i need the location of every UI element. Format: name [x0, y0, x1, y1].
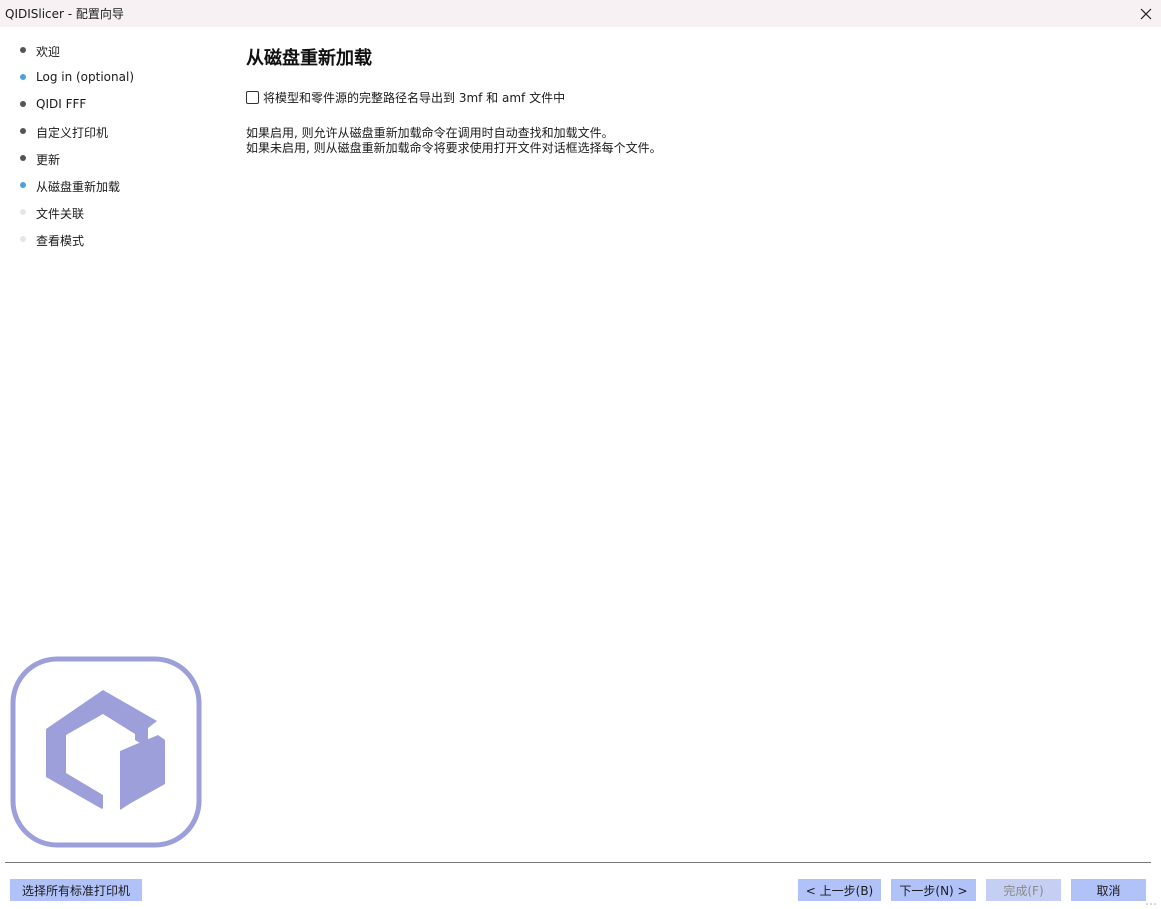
step-bullet-icon — [20, 47, 26, 53]
cancel-button[interactable]: 取消 — [1071, 879, 1146, 901]
step-view-mode[interactable]: 查看模式 — [0, 229, 210, 249]
qidi-logo — [10, 656, 202, 848]
finish-button[interactable]: 完成(F) — [986, 879, 1061, 901]
step-bullet-icon — [20, 155, 26, 161]
step-label: 从磁盘重新加载 — [36, 180, 121, 194]
config-wizard-window: QIDISlicer - 配置向导 欢迎 Log in (optional) Q… — [0, 0, 1161, 909]
step-label: 文件关联 — [36, 207, 85, 221]
step-welcome[interactable]: 欢迎 — [0, 40, 210, 60]
step-file-association[interactable]: 文件关联 — [0, 202, 210, 222]
step-bullet-icon — [20, 128, 26, 134]
select-all-standard-printers-button[interactable]: 选择所有标准打印机 — [10, 879, 142, 901]
page-title: 从磁盘重新加载 — [246, 48, 372, 69]
close-button[interactable] — [1131, 0, 1161, 27]
step-bullet-icon — [20, 209, 26, 215]
step-bullet-icon — [20, 74, 26, 80]
checkbox-label[interactable]: 将模型和零件源的完整路径名导出到 3mf 和 amf 文件中 — [263, 89, 565, 106]
title-bar: QIDISlicer - 配置向导 — [0, 0, 1161, 27]
next-button[interactable]: 下一步(N) > — [891, 879, 976, 901]
checkbox-icon[interactable] — [246, 90, 259, 104]
step-label: 自定义打印机 — [36, 126, 109, 140]
step-reload-from-disk[interactable]: 从磁盘重新加载 — [0, 175, 210, 195]
footer-divider — [5, 862, 1151, 863]
step-label: 欢迎 — [36, 45, 61, 59]
step-label: 更新 — [36, 153, 61, 167]
resize-grip-icon[interactable] — [1145, 901, 1159, 907]
close-icon — [1140, 8, 1152, 19]
back-button[interactable]: < 上一步(B) — [798, 879, 881, 901]
export-full-pathnames-checkbox[interactable]: 将模型和零件源的完整路径名导出到 3mf 和 amf 文件中 — [246, 89, 565, 105]
step-qidi-fff[interactable]: QIDI FFF — [0, 94, 210, 114]
step-bullet-icon — [20, 182, 26, 188]
step-updates[interactable]: 更新 — [0, 148, 210, 168]
description-line: 如果未启用, 则从磁盘重新加载命令将要求使用打开文件对话框选择每个文件。 — [246, 141, 662, 155]
step-login[interactable]: Log in (optional) — [0, 67, 210, 87]
window-title: QIDISlicer - 配置向导 — [5, 7, 124, 21]
step-label: QIDI FFF — [36, 97, 87, 111]
step-bullet-icon — [20, 236, 26, 242]
step-bullet-icon — [20, 101, 26, 107]
step-custom-printer[interactable]: 自定义打印机 — [0, 121, 210, 141]
step-label: Log in (optional) — [36, 70, 134, 84]
step-label: 查看模式 — [36, 234, 85, 248]
